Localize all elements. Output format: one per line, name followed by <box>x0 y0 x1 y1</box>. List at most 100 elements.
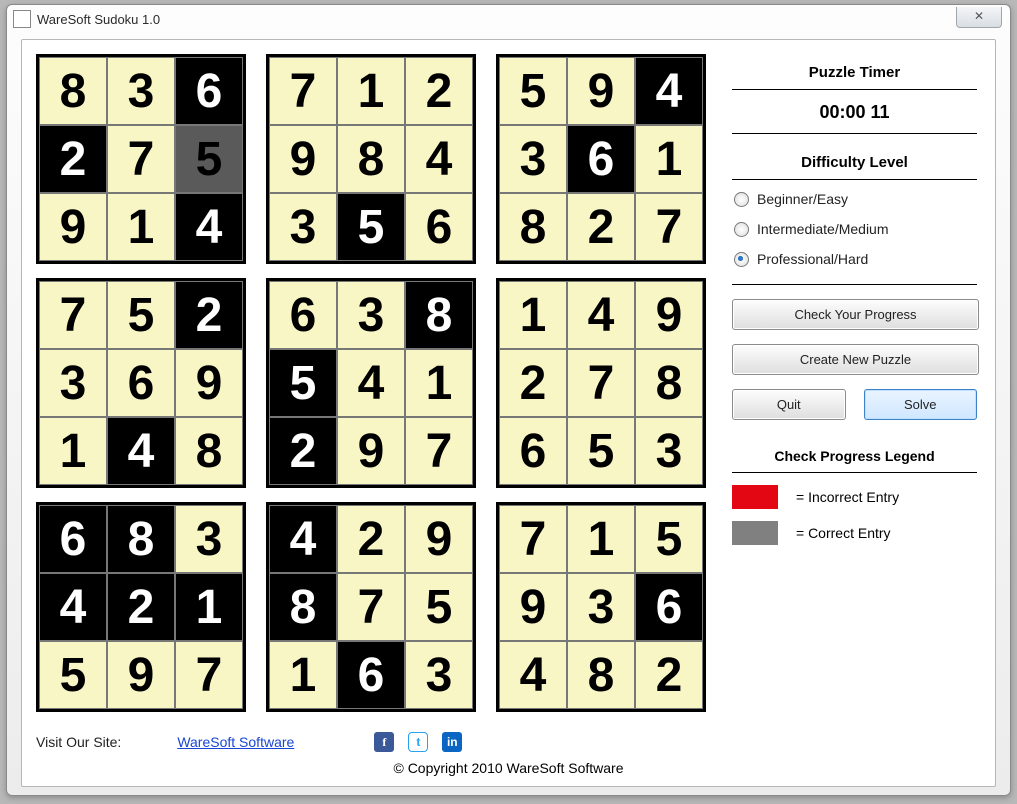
sudoku-cell[interactable]: 8 <box>269 573 337 641</box>
solve-button[interactable]: Solve <box>864 389 978 420</box>
sudoku-cell[interactable]: 2 <box>567 193 635 261</box>
timer-title: Puzzle Timer <box>732 60 977 89</box>
difficulty-option[interactable]: Intermediate/Medium <box>732 214 977 244</box>
sudoku-cell[interactable]: 7 <box>107 125 175 193</box>
sudoku-cell[interactable]: 6 <box>405 193 473 261</box>
sudoku-cell[interactable]: 5 <box>405 573 473 641</box>
sudoku-cell[interactable]: 8 <box>337 125 405 193</box>
sudoku-cell[interactable]: 3 <box>175 505 243 573</box>
sudoku-cell[interactable]: 5 <box>337 193 405 261</box>
check-progress-button[interactable]: Check Your Progress <box>732 299 979 330</box>
sudoku-box: 638541297 <box>266 278 476 488</box>
window-close-button[interactable]: ✕ <box>956 7 1002 28</box>
sudoku-cell[interactable]: 6 <box>567 125 635 193</box>
sudoku-cell[interactable]: 3 <box>269 193 337 261</box>
sudoku-cell[interactable]: 9 <box>175 349 243 417</box>
sudoku-cell[interactable]: 4 <box>175 193 243 261</box>
sudoku-cell[interactable]: 2 <box>337 505 405 573</box>
sudoku-cell[interactable]: 5 <box>175 125 243 193</box>
twitter-icon[interactable]: t <box>408 732 428 752</box>
sudoku-cell[interactable]: 6 <box>39 505 107 573</box>
sudoku-cell[interactable]: 5 <box>635 505 703 573</box>
sudoku-cell[interactable]: 8 <box>635 349 703 417</box>
sudoku-cell[interactable]: 1 <box>175 573 243 641</box>
sudoku-cell[interactable]: 4 <box>635 57 703 125</box>
sudoku-cell[interactable]: 3 <box>405 641 473 709</box>
sudoku-cell[interactable]: 1 <box>567 505 635 573</box>
sudoku-cell[interactable]: 9 <box>499 573 567 641</box>
waresoft-link[interactable]: WareSoft Software <box>177 734 294 750</box>
sudoku-cell[interactable]: 4 <box>499 641 567 709</box>
sudoku-cell[interactable]: 8 <box>175 417 243 485</box>
sudoku-cell[interactable]: 8 <box>107 505 175 573</box>
sudoku-cell[interactable]: 7 <box>337 573 405 641</box>
sudoku-cell[interactable]: 4 <box>405 125 473 193</box>
legend-swatch-red <box>732 485 778 509</box>
sudoku-cell[interactable]: 5 <box>269 349 337 417</box>
sudoku-cell[interactable]: 9 <box>107 641 175 709</box>
sudoku-cell[interactable]: 7 <box>405 417 473 485</box>
radio-icon[interactable] <box>734 252 749 267</box>
sudoku-cell[interactable]: 3 <box>567 573 635 641</box>
radio-icon[interactable] <box>734 192 749 207</box>
sudoku-cell[interactable]: 3 <box>39 349 107 417</box>
sudoku-cell[interactable]: 1 <box>405 349 473 417</box>
sudoku-cell[interactable]: 4 <box>39 573 107 641</box>
sudoku-cell[interactable]: 2 <box>405 57 473 125</box>
sudoku-cell[interactable]: 6 <box>269 281 337 349</box>
quit-button[interactable]: Quit <box>732 389 846 420</box>
sudoku-cell[interactable]: 1 <box>635 125 703 193</box>
sudoku-cell[interactable]: 9 <box>39 193 107 261</box>
sudoku-cell[interactable]: 3 <box>499 125 567 193</box>
sudoku-cell[interactable]: 6 <box>175 57 243 125</box>
difficulty-option[interactable]: Beginner/Easy <box>732 184 977 214</box>
sudoku-cell[interactable]: 3 <box>107 57 175 125</box>
sudoku-cell[interactable]: 7 <box>499 505 567 573</box>
sudoku-cell[interactable]: 7 <box>39 281 107 349</box>
sudoku-cell[interactable]: 6 <box>337 641 405 709</box>
sudoku-cell[interactable]: 7 <box>567 349 635 417</box>
sudoku-cell[interactable]: 9 <box>567 57 635 125</box>
sudoku-cell[interactable]: 8 <box>567 641 635 709</box>
create-new-puzzle-button[interactable]: Create New Puzzle <box>732 344 979 375</box>
sudoku-cell[interactable]: 2 <box>499 349 567 417</box>
sudoku-cell[interactable]: 5 <box>499 57 567 125</box>
sudoku-cell[interactable]: 9 <box>269 125 337 193</box>
sudoku-cell[interactable]: 5 <box>567 417 635 485</box>
sudoku-cell[interactable]: 5 <box>107 281 175 349</box>
sudoku-cell[interactable]: 2 <box>635 641 703 709</box>
sudoku-cell[interactable]: 2 <box>175 281 243 349</box>
facebook-icon[interactable]: f <box>374 732 394 752</box>
sudoku-cell[interactable]: 7 <box>175 641 243 709</box>
sudoku-cell[interactable]: 1 <box>337 57 405 125</box>
sudoku-cell[interactable]: 9 <box>337 417 405 485</box>
sudoku-cell[interactable]: 7 <box>269 57 337 125</box>
sudoku-cell[interactable]: 1 <box>39 417 107 485</box>
sudoku-cell[interactable]: 3 <box>635 417 703 485</box>
sudoku-cell[interactable]: 1 <box>269 641 337 709</box>
sudoku-cell[interactable]: 8 <box>405 281 473 349</box>
sudoku-cell[interactable]: 1 <box>107 193 175 261</box>
sudoku-cell[interactable]: 2 <box>107 573 175 641</box>
sudoku-cell[interactable]: 4 <box>567 281 635 349</box>
sudoku-cell[interactable]: 9 <box>635 281 703 349</box>
sudoku-cell[interactable]: 5 <box>39 641 107 709</box>
sudoku-cell[interactable]: 4 <box>269 505 337 573</box>
sudoku-cell[interactable]: 8 <box>499 193 567 261</box>
sudoku-cell[interactable]: 3 <box>337 281 405 349</box>
linkedin-icon[interactable]: in <box>442 732 462 752</box>
sudoku-cell[interactable]: 2 <box>39 125 107 193</box>
sudoku-cell[interactable]: 6 <box>107 349 175 417</box>
sudoku-cell[interactable]: 6 <box>499 417 567 485</box>
sudoku-cell[interactable]: 6 <box>635 573 703 641</box>
sudoku-cell[interactable]: 8 <box>39 57 107 125</box>
sudoku-cell[interactable]: 2 <box>269 417 337 485</box>
difficulty-option[interactable]: Professional/Hard <box>732 244 977 274</box>
sudoku-cell[interactable]: 1 <box>499 281 567 349</box>
sudoku-cell[interactable]: 4 <box>337 349 405 417</box>
sudoku-cell[interactable]: 7 <box>635 193 703 261</box>
sudoku-cell[interactable]: 9 <box>405 505 473 573</box>
app-window: WareSoft Sudoku 1.0 ✕ 836275914712984356… <box>6 4 1011 796</box>
sudoku-cell[interactable]: 4 <box>107 417 175 485</box>
radio-icon[interactable] <box>734 222 749 237</box>
